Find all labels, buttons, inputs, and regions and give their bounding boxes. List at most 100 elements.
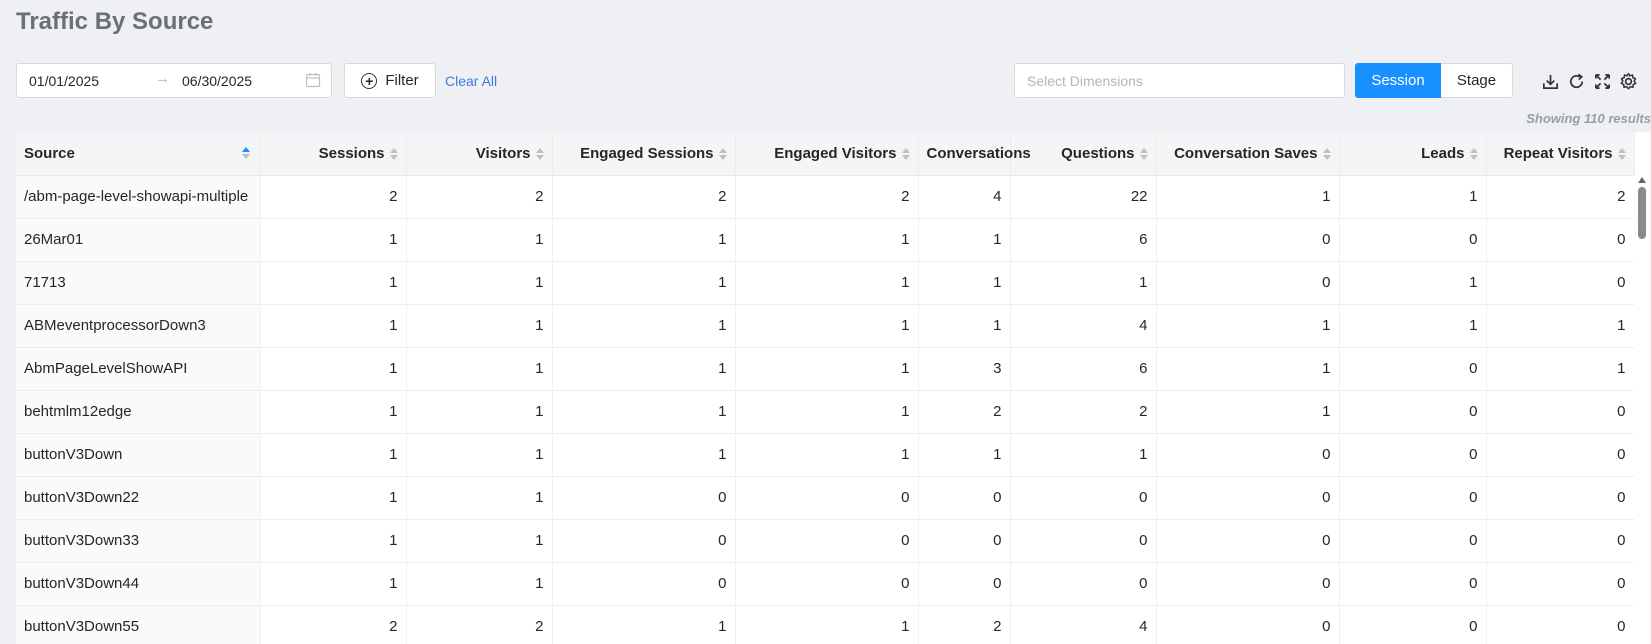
sort-icon[interactable] <box>241 146 250 160</box>
table-row[interactable]: ABMeventprocessorDown3 1 1 1 1 1 4 1 1 1 <box>16 304 1635 348</box>
metric-cell: 1 <box>260 390 407 434</box>
sort-icon[interactable] <box>718 147 727 161</box>
metric-cell: 0 <box>1156 519 1340 563</box>
column-header-source[interactable]: Source <box>16 132 261 176</box>
metric-cell: 1 <box>552 261 736 305</box>
metric-cell: 0 <box>1486 476 1635 520</box>
scroll-up-icon[interactable] <box>1638 177 1646 183</box>
column-header-label: Engaged Visitors <box>774 144 897 162</box>
metric-cell: 0 <box>735 562 919 606</box>
metric-cell: 1 <box>406 390 553 434</box>
metric-cell: 0 <box>918 519 1011 563</box>
metric-cell: 1 <box>735 605 919 644</box>
source-cell: buttonV3Down55 <box>16 605 261 644</box>
column-header-engaged-visitors[interactable]: Engaged Visitors <box>735 132 919 176</box>
table-row[interactable]: behtmlm12edge 1 1 1 1 2 2 1 0 0 <box>16 390 1635 434</box>
metric-cell: 1 <box>1156 175 1340 219</box>
metric-cell: 0 <box>1486 605 1635 644</box>
metric-cell: 1 <box>1010 433 1157 477</box>
metric-cell: 1 <box>406 261 553 305</box>
column-header-sessions[interactable]: Sessions <box>260 132 407 176</box>
metric-cell: 1 <box>735 218 919 262</box>
source-cell: 71713 <box>16 261 261 305</box>
clear-all-link[interactable]: Clear All <box>445 73 497 89</box>
source-cell: ABMeventprocessorDown3 <box>16 304 261 348</box>
column-header-label: Engaged Sessions <box>580 144 714 162</box>
metric-cell: 0 <box>1486 218 1635 262</box>
source-cell: buttonV3Down33 <box>16 519 261 563</box>
date-range-picker[interactable]: 01/01/2025 → 06/30/2025 <box>16 63 332 98</box>
metric-cell: 0 <box>1156 218 1340 262</box>
table-row[interactable]: buttonV3Down 1 1 1 1 1 1 0 0 0 <box>16 433 1635 477</box>
metric-cell: 1 <box>735 304 919 348</box>
refresh-icon[interactable] <box>1567 72 1586 91</box>
metric-cell: 0 <box>1486 433 1635 477</box>
column-header-label: Leads <box>1421 144 1465 162</box>
metric-cell: 1 <box>1010 261 1157 305</box>
metric-cell: 1 <box>918 218 1011 262</box>
metric-cell: 3 <box>918 347 1011 391</box>
metric-cell: 1 <box>260 476 407 520</box>
sort-icon[interactable] <box>1322 147 1331 161</box>
table-row[interactable]: buttonV3Down55 2 2 1 1 2 4 0 0 0 <box>16 605 1635 644</box>
metric-cell: 0 <box>1339 519 1487 563</box>
metric-cell: 4 <box>1010 304 1157 348</box>
column-header-label: Questions <box>1061 144 1135 162</box>
stage-toggle-button[interactable]: Stage <box>1441 63 1513 98</box>
column-header-visitors[interactable]: Visitors <box>406 132 553 176</box>
sort-icon[interactable] <box>1469 147 1478 161</box>
metric-cell: 1 <box>918 261 1011 305</box>
metric-cell: 1 <box>1339 304 1487 348</box>
sort-icon[interactable] <box>1617 147 1626 161</box>
column-header-leads[interactable]: Leads <box>1339 132 1487 176</box>
sort-icon[interactable] <box>535 147 544 161</box>
scrollbar-thumb[interactable] <box>1638 187 1646 239</box>
select-dimensions-input[interactable] <box>1014 63 1345 98</box>
sort-icon[interactable] <box>901 147 910 161</box>
metric-cell: 1 <box>260 347 407 391</box>
metric-cell: 1 <box>260 519 407 563</box>
sort-icon[interactable] <box>1139 147 1148 161</box>
column-header-repeat-visitors[interactable]: Repeat Visitors <box>1486 132 1635 176</box>
filter-button[interactable]: + Filter <box>344 63 436 98</box>
download-icon[interactable] <box>1541 72 1560 91</box>
column-header-conversations[interactable]: Conversations <box>918 132 1031 176</box>
table-row[interactable]: buttonV3Down44 1 1 0 0 0 0 0 0 0 <box>16 562 1635 606</box>
column-header-conversation-saves[interactable]: Conversation Saves <box>1156 132 1340 176</box>
metric-cell: 0 <box>1010 519 1157 563</box>
range-arrow-icon: → <box>155 70 170 87</box>
table-row[interactable]: 26Mar01 1 1 1 1 1 6 0 0 0 <box>16 218 1635 262</box>
metric-cell: 2 <box>552 175 736 219</box>
metric-cell: 4 <box>1010 605 1157 644</box>
metric-cell: 0 <box>1339 476 1487 520</box>
session-toggle-button[interactable]: Session <box>1355 63 1441 98</box>
table-row[interactable]: buttonV3Down33 1 1 0 0 0 0 0 0 0 <box>16 519 1635 563</box>
table-row[interactable]: AbmPageLevelShowAPI 1 1 1 1 3 6 1 0 1 <box>16 347 1635 391</box>
metric-cell: 6 <box>1010 347 1157 391</box>
table-row[interactable]: buttonV3Down22 1 1 0 0 0 0 0 0 0 <box>16 476 1635 520</box>
metric-cell: 1 <box>406 304 553 348</box>
table-row[interactable]: /abm-page-level-showapi-multiple 2 2 2 2 4 22 1… <box>16 175 1635 219</box>
end-date[interactable]: 06/30/2025 <box>182 73 252 89</box>
start-date[interactable]: 01/01/2025 <box>29 73 99 89</box>
table-row[interactable]: 71713 1 1 1 1 1 1 0 1 0 <box>16 261 1635 305</box>
sort-icon[interactable] <box>389 147 398 161</box>
metric-cell: 1 <box>735 261 919 305</box>
metric-cell: 1 <box>552 347 736 391</box>
source-cell: buttonV3Down44 <box>16 562 261 606</box>
table-scrollbar[interactable] <box>1634 175 1651 644</box>
metric-cell: 1 <box>918 433 1011 477</box>
metric-cell: 1 <box>1339 261 1487 305</box>
metric-cell: 1 <box>552 218 736 262</box>
column-header-engaged-sessions[interactable]: Engaged Sessions <box>552 132 736 176</box>
column-header-label: Conversation Saves <box>1174 144 1318 162</box>
metric-cell: 0 <box>1486 261 1635 305</box>
fullscreen-icon[interactable] <box>1593 72 1612 91</box>
metric-cell: 2 <box>260 175 407 219</box>
column-header-questions[interactable]: Questions <box>1010 132 1157 176</box>
metric-cell: 1 <box>406 476 553 520</box>
metric-cell: 1 <box>1339 175 1487 219</box>
metric-cell: 2 <box>406 605 553 644</box>
metric-cell: 2 <box>406 175 553 219</box>
settings-icon[interactable] <box>1619 72 1638 91</box>
